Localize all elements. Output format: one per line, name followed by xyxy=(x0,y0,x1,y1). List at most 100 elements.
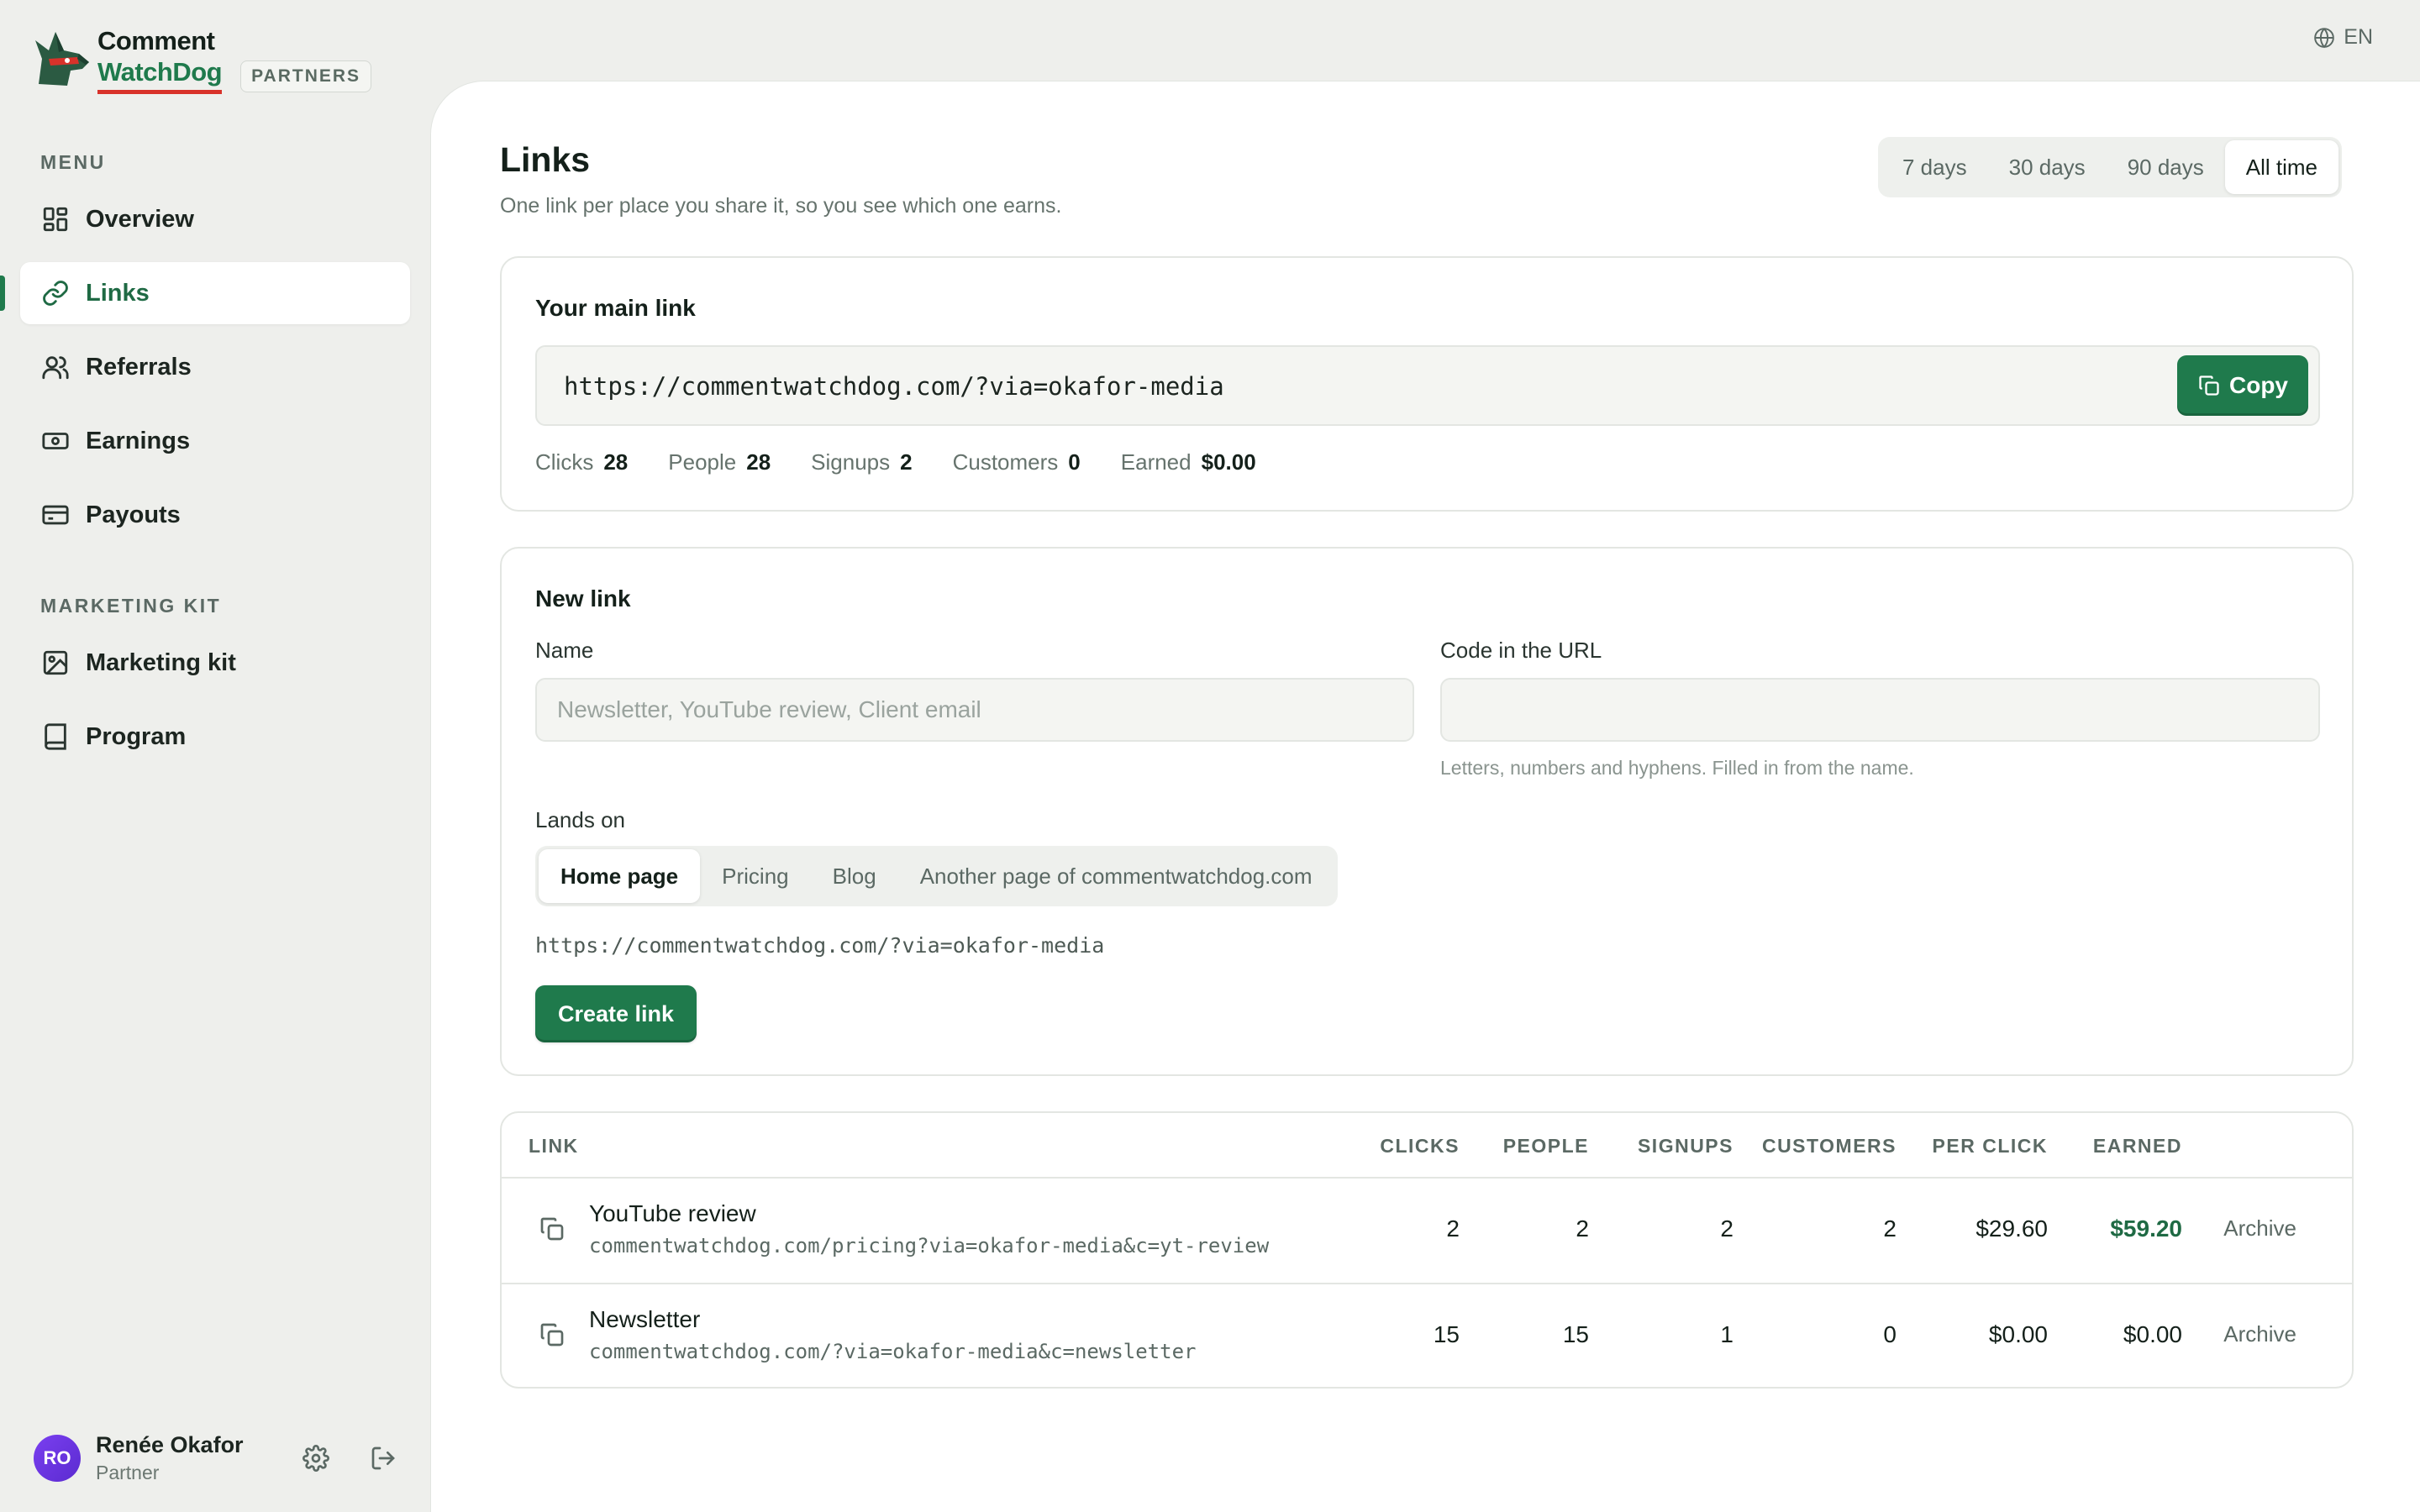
brand-line-1: Comment xyxy=(97,25,215,55)
menu-section-label: MENU xyxy=(40,151,106,173)
stat-customers: Customers 0 xyxy=(952,449,1081,475)
lands-pricing[interactable]: Pricing xyxy=(700,849,810,903)
grid-icon xyxy=(40,204,71,234)
user-profile: RO Renée Okafor Partner xyxy=(34,1432,403,1483)
col-link: LINK xyxy=(529,1135,579,1157)
cell-signups: 1 xyxy=(1720,1321,1733,1347)
sidebar-item-label: Earnings xyxy=(86,427,191,454)
settings-button[interactable] xyxy=(299,1441,333,1475)
sidebar-item-referrals[interactable]: Referrals xyxy=(20,336,410,398)
code-label: Code in the URL xyxy=(1440,638,1602,663)
sidebar-item-program[interactable]: Program xyxy=(20,706,410,768)
main-link-stats: Clicks 28 People 28 Signups 2 Customers 0 Ea… xyxy=(535,449,1297,475)
lands-on-label: Lands on xyxy=(535,807,625,832)
sidebar-item-label: Program xyxy=(86,722,187,750)
language-switcher[interactable]: EN xyxy=(2313,25,2373,50)
sidebar-item-payouts[interactable]: Payouts xyxy=(20,484,410,546)
image-icon xyxy=(40,648,71,678)
link-preview-url: https://commentwatchdog.com/?via=okafor-… xyxy=(535,933,1105,958)
marketing-section-label: MARKETING KIT xyxy=(40,595,222,617)
stat-people: People 28 xyxy=(668,449,771,475)
links-table: LINK CLICKS PEOPLE SIGNUPS CUSTOMERS PER… xyxy=(500,1111,2354,1389)
create-link-button[interactable]: Create link xyxy=(535,985,697,1042)
name-label: Name xyxy=(535,638,594,663)
cell-earned: $59.20 xyxy=(2110,1215,2182,1242)
active-indicator xyxy=(0,276,5,311)
lands-home-page[interactable]: Home page xyxy=(539,849,701,903)
avatar[interactable]: RO xyxy=(34,1435,81,1482)
user-role: Partner xyxy=(96,1462,160,1483)
sidebar-item-overview[interactable]: Overview xyxy=(20,188,410,250)
range-all-time[interactable]: All time xyxy=(2224,140,2339,194)
copy-icon xyxy=(2199,375,2219,396)
language-label: EN xyxy=(2344,25,2373,49)
cell-signups: 2 xyxy=(1720,1215,1733,1242)
main-link-title: Your main link xyxy=(535,295,696,321)
stat-earned: Earned $0.00 xyxy=(1120,449,1256,475)
stat-clicks: Clicks 28 xyxy=(535,449,629,475)
main-link-card: Your main link https://commentwatchdog.c… xyxy=(500,256,2354,512)
table-row: YouTube review commentwatchdog.com/prici… xyxy=(502,1179,2352,1283)
sidebar-item-label: Marketing kit xyxy=(86,648,236,676)
stat-signups: Signups 2 xyxy=(811,449,913,475)
users-icon xyxy=(40,352,71,382)
lands-another-page[interactable]: Another page of commentwatchdog.com xyxy=(898,849,1334,903)
cell-people: 15 xyxy=(1562,1321,1589,1347)
col-clicks: CLICKS xyxy=(1380,1135,1460,1157)
copy-button[interactable]: Copy xyxy=(2177,355,2308,416)
book-icon xyxy=(40,722,71,752)
sidebar-item-label: Payouts xyxy=(86,501,181,528)
cell-per-click: $29.60 xyxy=(1975,1215,2048,1242)
main-link-box: https://commentwatchdog.com/?via=okafor-… xyxy=(535,345,2320,426)
col-people: PEOPLE xyxy=(1502,1135,1589,1157)
brand[interactable]: Comment WatchDog PARTNERS xyxy=(27,25,372,96)
new-link-title: New link xyxy=(535,585,631,612)
sidebar-item-label: Links xyxy=(86,279,150,307)
copy-label: Copy xyxy=(2229,372,2288,398)
page-title: Links xyxy=(500,140,591,179)
code-hint: Letters, numbers and hyphens. Filled in … xyxy=(1440,757,1914,779)
sidebar-item-marketing-kit[interactable]: Marketing kit xyxy=(20,632,410,694)
cell-customers: 0 xyxy=(1883,1321,1897,1347)
sidebar-item-earnings[interactable]: Earnings xyxy=(20,410,410,472)
globe-icon xyxy=(2314,27,2335,48)
lands-blog[interactable]: Blog xyxy=(811,849,898,903)
range-30-days[interactable]: 30 days xyxy=(1988,140,2107,194)
credit-card-icon xyxy=(40,500,71,530)
cell-per-click: $0.00 xyxy=(1988,1321,2048,1347)
link-name: Newsletter xyxy=(589,1306,701,1332)
date-range-selector: 7 days 30 days 90 days All time xyxy=(1878,137,2343,197)
logout-button[interactable] xyxy=(366,1441,400,1475)
code-input[interactable] xyxy=(1440,678,2320,742)
page-subtitle: One link per place you share it, so you … xyxy=(500,194,1062,218)
range-7-days[interactable]: 7 days xyxy=(1881,140,1988,194)
cell-earned: $0.00 xyxy=(2123,1321,2182,1347)
range-90-days[interactable]: 90 days xyxy=(2107,140,2225,194)
copy-link-button[interactable] xyxy=(539,1215,566,1242)
cell-people: 2 xyxy=(1576,1215,1589,1242)
sidebar-item-label: Overview xyxy=(86,205,194,233)
cell-customers: 2 xyxy=(1883,1215,1897,1242)
lands-on-selector: Home page Pricing Blog Another page of c… xyxy=(535,846,1338,906)
partners-badge: PARTNERS xyxy=(240,60,372,92)
copy-link-button[interactable] xyxy=(539,1321,566,1348)
name-input[interactable] xyxy=(535,678,1414,742)
main-panel: Links One link per place you share it, s… xyxy=(430,81,2420,1512)
archive-button[interactable]: Archive xyxy=(2223,1215,2296,1242)
banknote-icon xyxy=(40,426,71,456)
cell-clicks: 15 xyxy=(1433,1321,1460,1347)
copy-icon xyxy=(540,1217,564,1241)
link-url: commentwatchdog.com/pricing?via=okafor-m… xyxy=(589,1234,1270,1257)
link-icon xyxy=(40,278,71,308)
archive-button[interactable]: Archive xyxy=(2223,1321,2296,1347)
logout-icon xyxy=(371,1446,395,1470)
link-url: commentwatchdog.com/?via=okafor-media&c=… xyxy=(589,1340,1197,1363)
sidebar-item-label: Referrals xyxy=(86,353,192,381)
user-name: Renée Okafor xyxy=(96,1432,244,1457)
col-earned: EARNED xyxy=(2092,1135,2182,1157)
new-link-card: New link Name Code in the URL Letters, n… xyxy=(500,547,2354,1076)
main-link-url[interactable]: https://commentwatchdog.com/?via=okafor-… xyxy=(564,372,1224,401)
sidebar-item-links[interactable]: Links xyxy=(20,262,410,324)
cell-clicks: 2 xyxy=(1446,1215,1460,1242)
dog-logo-icon xyxy=(35,32,89,86)
